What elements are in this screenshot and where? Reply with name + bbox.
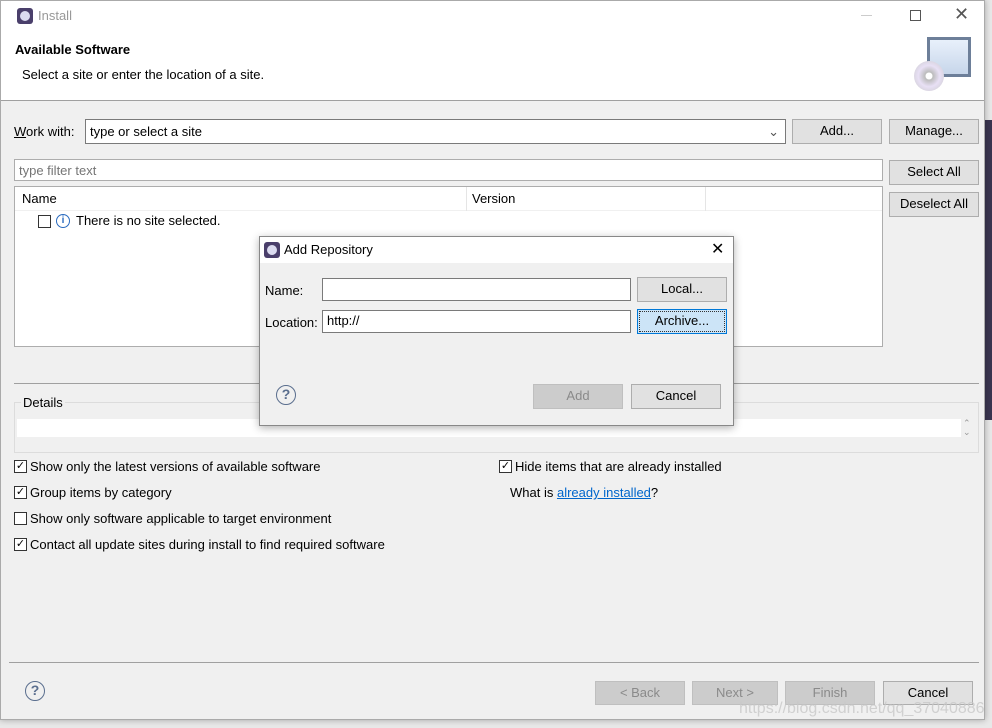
- table-row[interactable]: i There is no site selected.: [15, 213, 415, 231]
- row-text: There is no site selected.: [76, 213, 221, 228]
- row-checkbox[interactable]: [38, 215, 51, 228]
- dialog-cancel-button[interactable]: Cancel: [631, 384, 721, 409]
- what-is-prefix: What is: [510, 485, 557, 500]
- footer-separator: [9, 662, 979, 663]
- maximize-icon[interactable]: [910, 10, 921, 21]
- hide-installed-label: Hide items that are already installed: [515, 459, 722, 474]
- contact-label: Contact all update sites during install …: [30, 537, 385, 552]
- minimize-icon[interactable]: [861, 15, 872, 16]
- add-site-button[interactable]: Add...: [792, 119, 882, 144]
- what-is-text: What is already installed?: [510, 485, 658, 501]
- title-bar: Install ✕: [1, 1, 984, 31]
- location-input[interactable]: http://: [322, 310, 631, 333]
- column-name[interactable]: Name: [22, 191, 57, 207]
- applicable-label: Show only software applicable to target …: [30, 511, 332, 526]
- dialog-close-icon[interactable]: ✕: [711, 239, 724, 259]
- group-checkbox[interactable]: ✓: [14, 486, 27, 499]
- watermark: https://blog.csdn.net/qq_37040886: [739, 700, 985, 717]
- details-scrollbar[interactable]: ⌃ ⌄: [963, 419, 971, 437]
- eclipse-icon: [264, 242, 280, 258]
- group-label: Group items by category: [30, 485, 172, 500]
- table-header: Name Version: [15, 187, 882, 211]
- background-window-strip: [985, 120, 992, 420]
- name-label: Name:: [265, 283, 304, 298]
- dialog-help-icon[interactable]: ?: [276, 385, 296, 405]
- help-icon[interactable]: ?: [25, 681, 45, 701]
- column-version[interactable]: Version: [472, 191, 515, 207]
- cd-icon: [914, 61, 944, 91]
- manage-button[interactable]: Manage...: [889, 119, 979, 144]
- dialog-title: Add Repository: [284, 242, 373, 257]
- hide-installed-checkbox[interactable]: ✓: [499, 460, 512, 473]
- latest-label: Show only the latest versions of availab…: [30, 459, 321, 474]
- already-installed-link[interactable]: already installed: [557, 485, 651, 500]
- close-icon[interactable]: ✕: [954, 4, 969, 25]
- window-title: Install: [38, 8, 72, 23]
- select-all-button[interactable]: Select All: [889, 160, 979, 185]
- filter-input[interactable]: [14, 159, 883, 181]
- chevron-down-icon[interactable]: ⌄: [768, 120, 779, 143]
- archive-button[interactable]: Archive...: [637, 309, 727, 334]
- work-with-combo[interactable]: type or select a site ⌄: [85, 119, 786, 144]
- local-button[interactable]: Local...: [637, 277, 727, 302]
- details-label: Details: [21, 395, 65, 411]
- add-repository-dialog: Add Repository ✕ Name: Local... Location…: [259, 236, 734, 426]
- location-label: Location:: [265, 315, 318, 330]
- header-banner: Available Software Select a site or ente…: [1, 31, 984, 101]
- latest-checkbox[interactable]: ✓: [14, 460, 27, 473]
- back-button[interactable]: < Back: [595, 681, 685, 705]
- page-title: Available Software: [15, 42, 131, 57]
- deselect-all-button[interactable]: Deselect All: [889, 192, 979, 217]
- page-subtitle: Select a site or enter the location of a…: [22, 67, 265, 82]
- work-with-value: type or select a site: [90, 124, 202, 139]
- applicable-checkbox[interactable]: [14, 512, 27, 525]
- name-input[interactable]: [322, 278, 631, 301]
- question-mark: ?: [650, 485, 659, 500]
- work-with-label: Work with:: [14, 124, 75, 139]
- dialog-add-button[interactable]: Add: [533, 384, 623, 409]
- contact-checkbox[interactable]: ✓: [14, 538, 27, 551]
- dialog-title-bar: Add Repository ✕: [260, 237, 733, 263]
- info-icon: i: [56, 214, 70, 228]
- eclipse-icon: [17, 8, 33, 24]
